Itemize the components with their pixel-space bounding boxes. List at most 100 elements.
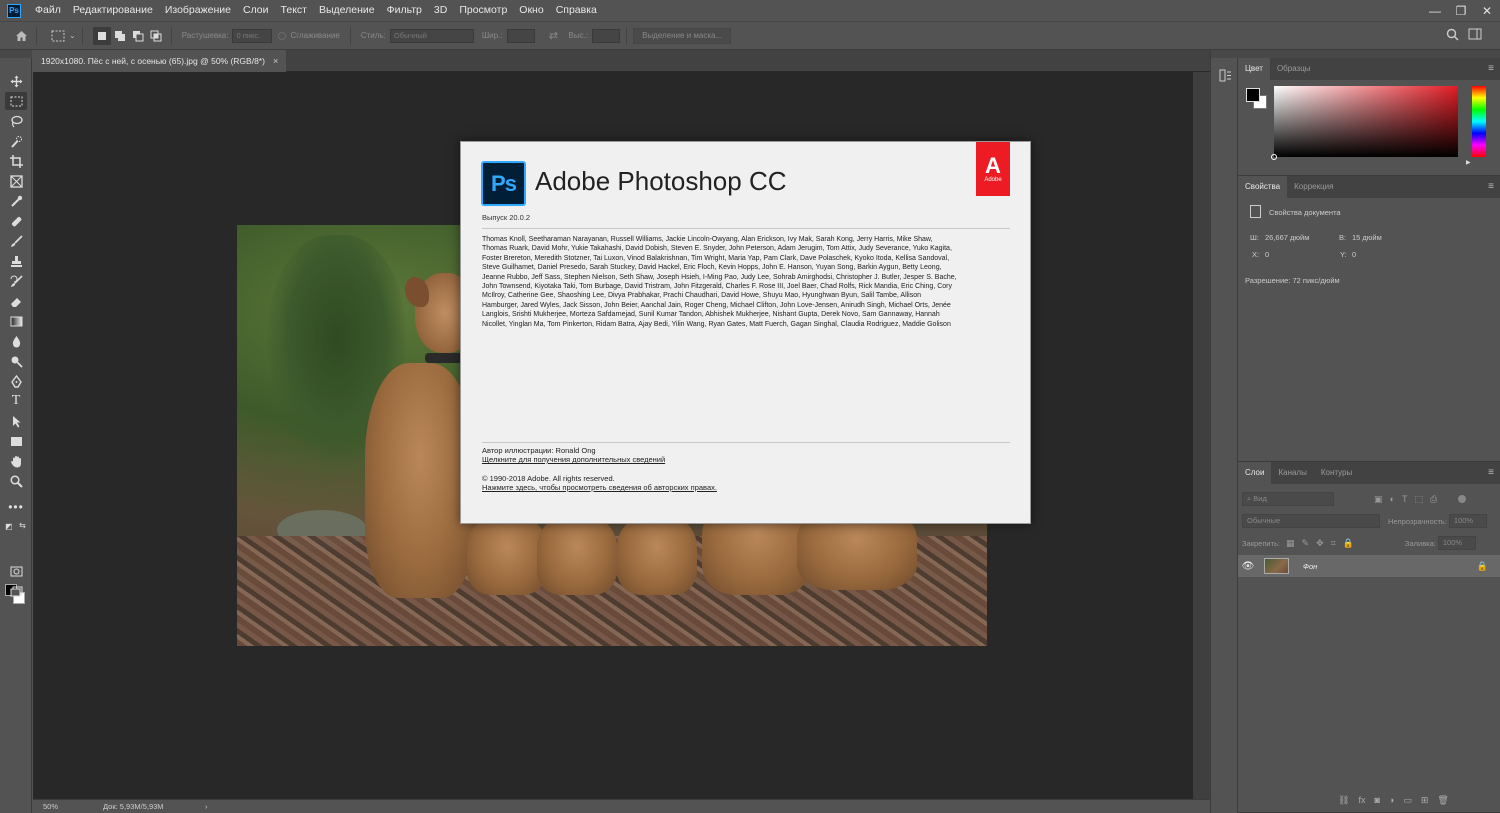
path-selection-tool-icon[interactable]	[5, 412, 27, 430]
foreground-color-swatch[interactable]	[1246, 88, 1260, 102]
shape-filter-icon[interactable]: ⬚	[1414, 494, 1423, 505]
color-picker-marker[interactable]	[1271, 154, 1277, 160]
y-value[interactable]: 0	[1352, 250, 1356, 259]
quick-selection-tool-icon[interactable]	[5, 132, 27, 150]
menu-window[interactable]: Окно	[513, 0, 549, 21]
panel-menu-icon[interactable]: ≡	[1488, 181, 1494, 192]
color-field[interactable]	[1274, 86, 1458, 157]
rectangle-tool-icon[interactable]	[5, 432, 27, 450]
marquee-preset-icon[interactable]	[49, 27, 67, 45]
menu-type[interactable]: Текст	[275, 0, 313, 21]
width-input[interactable]	[506, 28, 535, 43]
layer-row-background[interactable]: 👁 Фон 🔒	[1238, 555, 1500, 577]
height-input[interactable]	[592, 28, 621, 43]
default-colors-icon[interactable]: ◩	[5, 522, 13, 531]
menu-image[interactable]: Изображение	[159, 0, 237, 21]
layer-kind-filter[interactable]: ⌕ Вид	[1242, 492, 1334, 506]
history-panel-icon[interactable]	[1218, 68, 1232, 82]
crop-tool-icon[interactable]	[5, 152, 27, 170]
tab-paths[interactable]: Контуры	[1314, 462, 1359, 484]
feather-input[interactable]: 0 пикс.	[232, 28, 273, 43]
zoom-tool-icon[interactable]	[5, 472, 27, 490]
lock-pixels-icon[interactable]: ✎	[1302, 538, 1310, 549]
hand-tool-icon[interactable]	[5, 452, 27, 470]
quick-mask-icon[interactable]	[5, 562, 27, 580]
chevron-down-icon[interactable]: ⌄	[69, 31, 76, 40]
x-value[interactable]: 0	[1265, 250, 1269, 259]
toolbox-grip[interactable]	[0, 50, 32, 58]
more-tools-icon[interactable]: •••	[5, 498, 27, 516]
more-info-link[interactable]: Щелкните для получения дополнительных св…	[482, 455, 665, 464]
clone-stamp-tool-icon[interactable]	[5, 252, 27, 270]
adjustment-layer-icon[interactable]: ◑	[1389, 795, 1394, 806]
tab-layers[interactable]: Слои	[1238, 462, 1272, 484]
status-menu-arrow-icon[interactable]: ›	[205, 802, 208, 811]
visibility-eye-icon[interactable]: 👁	[1238, 561, 1258, 572]
panel-grip[interactable]	[1238, 50, 1500, 58]
new-group-icon[interactable]: ▭	[1403, 795, 1412, 806]
eyedropper-tool-icon[interactable]	[5, 192, 27, 210]
dodge-tool-icon[interactable]	[5, 352, 27, 370]
eraser-tool-icon[interactable]	[5, 292, 27, 310]
gradient-tool-icon[interactable]	[5, 312, 27, 330]
type-tool-icon[interactable]: T	[5, 392, 27, 410]
screen-mode-icon[interactable]	[5, 582, 27, 600]
swap-icon[interactable]: ⇄	[545, 27, 563, 45]
smart-object-filter-icon[interactable]: ⎙	[1430, 494, 1437, 505]
layer-style-icon[interactable]: fx	[1358, 795, 1365, 806]
layer-lock-icon[interactable]: 🔒	[1477, 561, 1488, 572]
lock-position-icon[interactable]: ✥	[1316, 538, 1324, 549]
tab-adjustments[interactable]: Коррекция	[1287, 176, 1340, 198]
add-selection-icon[interactable]	[111, 27, 129, 45]
tab-swatches[interactable]: Образцы	[1270, 58, 1318, 80]
panel-grip[interactable]	[1211, 50, 1239, 58]
tab-properties[interactable]: Свойства	[1238, 176, 1288, 198]
menu-3d[interactable]: 3D	[428, 0, 453, 21]
new-layer-icon[interactable]: ⊞	[1421, 795, 1429, 806]
panel-menu-icon[interactable]: ≡	[1488, 63, 1494, 74]
select-and-mask-button[interactable]: Выделение и маска...	[633, 27, 732, 44]
frame-tool-icon[interactable]	[5, 172, 27, 190]
hue-slider[interactable]	[1472, 86, 1486, 157]
menu-filter[interactable]: Фильтр	[381, 0, 428, 21]
style-select[interactable]: Обычный	[389, 28, 474, 43]
pixel-filter-icon[interactable]: ▣	[1374, 494, 1383, 505]
opacity-input[interactable]: 100%	[1448, 514, 1487, 528]
adjustment-filter-icon[interactable]: ◐	[1390, 494, 1395, 504]
height-value[interactable]: 15 дюйм	[1352, 233, 1382, 242]
home-icon[interactable]	[12, 27, 30, 45]
panel-menu-icon[interactable]: ≡	[1488, 467, 1494, 478]
fill-input[interactable]: 100%	[1437, 536, 1476, 550]
lock-artboard-icon[interactable]: ⌗	[1331, 538, 1336, 549]
new-selection-icon[interactable]	[92, 26, 111, 45]
filter-toggle[interactable]	[1458, 495, 1467, 503]
lock-transparent-icon[interactable]: ▦	[1286, 538, 1295, 549]
close-tab-icon[interactable]: ×	[273, 56, 278, 66]
restore-button[interactable]: ❐	[1448, 0, 1474, 21]
tab-color[interactable]: Цвет	[1238, 58, 1270, 80]
zoom-level[interactable]: 50%	[43, 802, 93, 811]
menu-edit[interactable]: Редактирование	[67, 0, 159, 21]
swap-colors-icon[interactable]: ⇆	[19, 521, 26, 530]
width-value[interactable]: 26,667 дюйм	[1265, 233, 1309, 242]
workspace-icon[interactable]	[1468, 28, 1482, 43]
blur-tool-icon[interactable]	[5, 332, 27, 350]
blend-mode-select[interactable]: Обычные	[1242, 514, 1380, 528]
lock-all-icon[interactable]: 🔒	[1343, 538, 1354, 549]
tab-channels[interactable]: Каналы	[1271, 462, 1313, 484]
intersect-selection-icon[interactable]	[147, 27, 165, 45]
menu-view[interactable]: Просмотр	[453, 0, 513, 21]
link-layers-icon[interactable]: ⛓	[1338, 795, 1349, 806]
add-mask-icon[interactable]: ◙	[1374, 795, 1379, 806]
menu-help[interactable]: Справка	[550, 0, 603, 21]
about-dialog[interactable]: Ps Adobe Photoshop CC A Adobe Выпуск 20.…	[460, 141, 1031, 524]
menu-select[interactable]: Выделение	[313, 0, 381, 21]
close-window-button[interactable]: ✕	[1474, 0, 1500, 21]
history-brush-tool-icon[interactable]	[5, 272, 27, 290]
rectangular-marquee-tool-icon[interactable]	[5, 92, 27, 110]
brush-tool-icon[interactable]	[5, 232, 27, 250]
type-filter-icon[interactable]: T	[1402, 494, 1408, 504]
hue-slider-handle-icon[interactable]: ▶	[1466, 159, 1471, 166]
pen-tool-icon[interactable]	[5, 372, 27, 390]
lasso-tool-icon[interactable]	[5, 112, 27, 130]
